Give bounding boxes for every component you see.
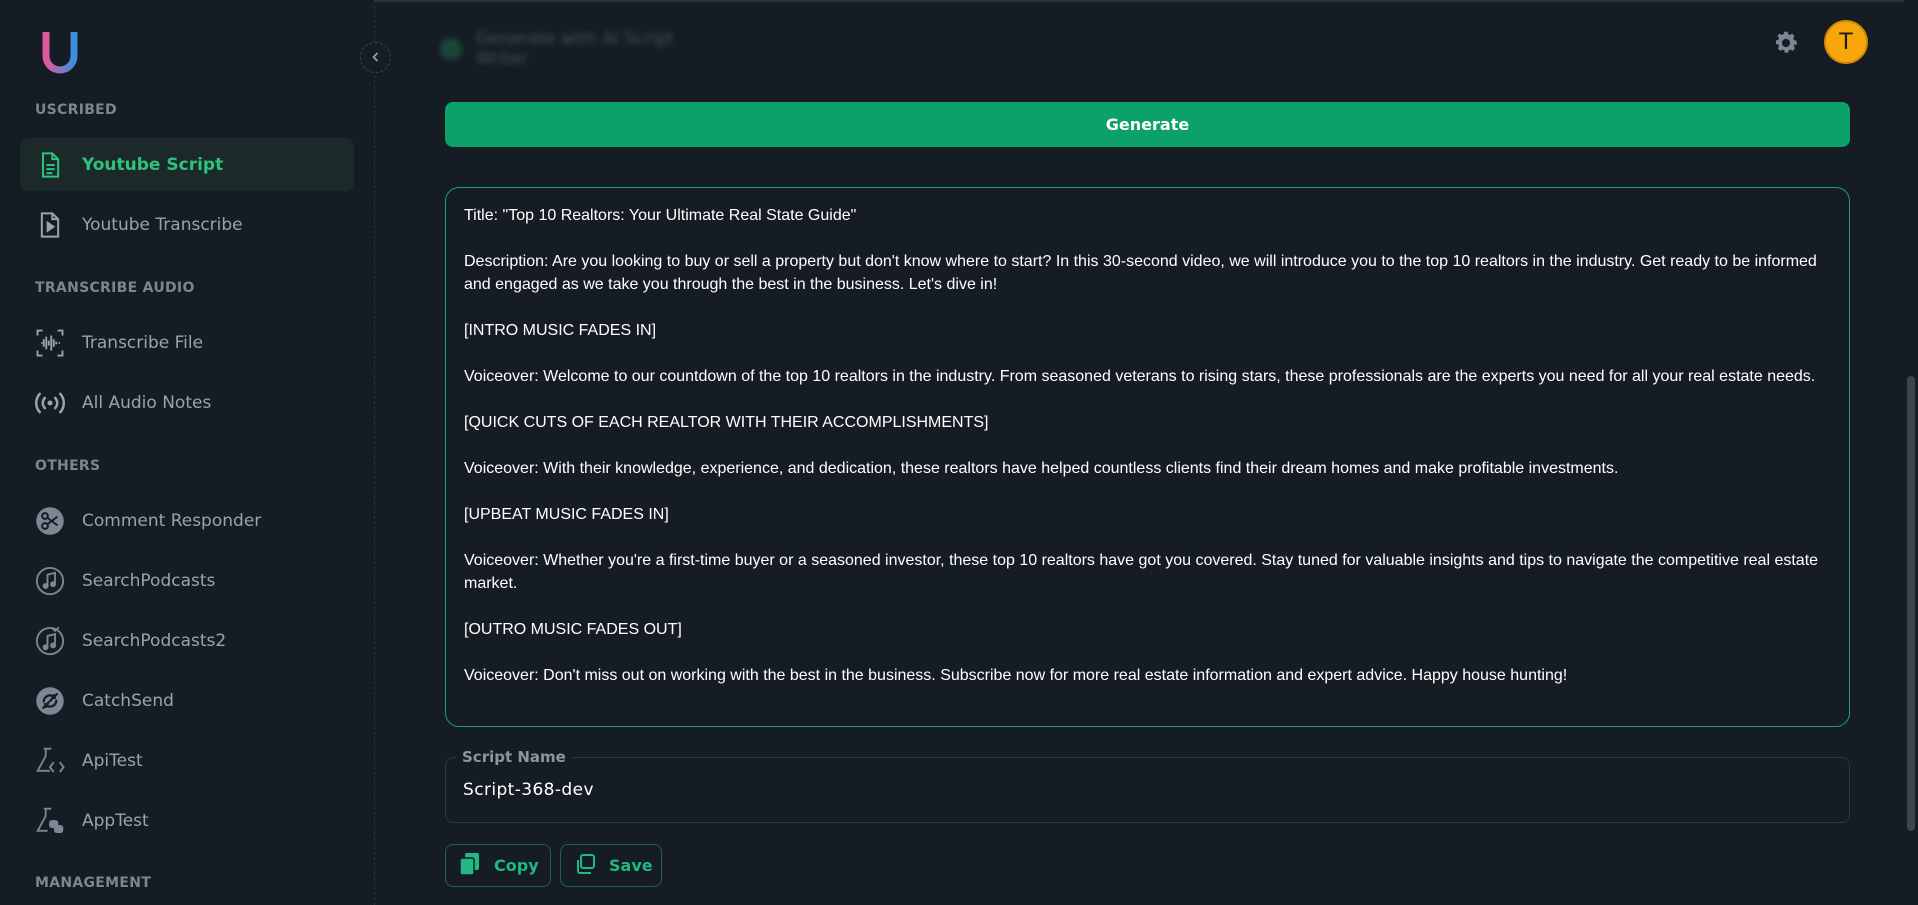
save-button[interactable]: Save <box>560 844 662 887</box>
sidebar-item-searchpodcasts[interactable]: SearchPodcasts <box>20 554 354 607</box>
sidebar-item-transcribe-file[interactable]: Transcribe File <box>20 316 354 369</box>
sidebar: USCRIBED Youtube Script Youtube Transcri… <box>0 0 375 905</box>
script-name-field[interactable]: Script Name Script-368-dev <box>445 748 1850 823</box>
scissors-icon <box>34 505 66 537</box>
copy-icon <box>458 851 482 881</box>
script-paragraph: Voiceover: Welcome to our countdown of t… <box>464 368 1816 385</box>
section-label-management: MANAGEMENT <box>35 875 152 891</box>
sidebar-item-apitest[interactable]: ApiTest <box>20 734 354 787</box>
script-paragraph: [UPBEAT MUSIC FADES IN] <box>464 506 669 523</box>
collapse-sidebar-button[interactable] <box>360 42 391 73</box>
sidebar-item-youtube-transcribe[interactable]: Youtube Transcribe <box>20 198 354 251</box>
page-header-blurred: Generate with AI Script Writer <box>440 29 730 69</box>
script-paragraph: Voiceover: Don't miss out on working wit… <box>464 667 1568 684</box>
sidebar-item-label: Youtube Transcribe <box>82 214 243 235</box>
copy-button[interactable]: Copy <box>445 844 551 887</box>
settings-button[interactable] <box>1772 29 1800 57</box>
flask-code-icon <box>34 745 66 777</box>
script-paragraph: [OUTRO MUSIC FADES OUT] <box>464 621 682 638</box>
music-note-search-icon <box>34 625 66 657</box>
generate-button[interactable]: Generate <box>445 102 1850 147</box>
sidebar-item-label: Youtube Script <box>82 154 224 175</box>
scrollbar-thumb[interactable] <box>1907 376 1915 831</box>
section-label-transcribe-audio: TRANSCRIBE AUDIO <box>35 280 195 296</box>
header-title: Generate with AI Script Writer <box>475 29 674 69</box>
script-paragraph: Voiceover: Whether you're a first-time b… <box>464 552 1819 592</box>
script-output[interactable]: Title: "Top 10 Realtors: Your Ultimate R… <box>445 187 1850 727</box>
gear-icon <box>1772 31 1800 61</box>
sidebar-item-youtube-script[interactable]: Youtube Script <box>20 138 354 191</box>
section-label-others: OTHERS <box>35 458 101 474</box>
sidebar-item-comment-responder[interactable]: Comment Responder <box>20 494 354 547</box>
sidebar-item-label: AppTest <box>82 810 149 831</box>
broadcast-icon <box>34 387 66 419</box>
sidebar-item-searchpodcasts2[interactable]: SearchPodcasts2 <box>20 614 354 667</box>
flask-python-icon <box>34 805 66 837</box>
sidebar-item-label: CatchSend <box>82 690 174 711</box>
sidebar-item-label: All Audio Notes <box>82 392 212 413</box>
script-paragraph: [INTRO MUSIC FADES IN] <box>464 322 657 339</box>
copy-label: Copy <box>494 856 539 875</box>
sidebar-item-label: SearchPodcasts2 <box>82 630 227 651</box>
sidebar-item-catchsend[interactable]: CatchSend <box>20 674 354 727</box>
sidebar-item-label: SearchPodcasts <box>82 570 216 591</box>
script-paragraph: Description: Are you looking to buy or s… <box>464 253 1817 293</box>
sidebar-item-label: ApiTest <box>82 750 143 771</box>
sync-icon <box>34 685 66 717</box>
music-note-icon <box>34 565 66 597</box>
section-label-uscribed: USCRIBED <box>35 102 117 118</box>
sidebar-item-label: Comment Responder <box>82 510 262 531</box>
script-paragraph: Title: "Top 10 Realtors: Your Ultimate R… <box>464 207 857 224</box>
header-status-icon <box>440 38 462 60</box>
script-name-input[interactable]: Script-368-dev <box>463 780 594 800</box>
sidebar-item-apptest[interactable]: AppTest <box>20 794 354 847</box>
script-name-label: Script Name <box>456 748 572 766</box>
chevron-left-icon <box>370 48 382 67</box>
script-paragraph: Voiceover: With their knowledge, experie… <box>464 460 1619 477</box>
sidebar-item-label: Transcribe File <box>82 332 204 353</box>
avatar[interactable]: T <box>1824 20 1868 64</box>
sidebar-item-all-audio-notes[interactable]: All Audio Notes <box>20 376 354 429</box>
app-logo[interactable] <box>40 30 80 74</box>
save-icon <box>573 852 597 880</box>
document-icon <box>34 149 66 181</box>
play-file-icon <box>34 209 66 241</box>
waveform-icon <box>34 327 66 359</box>
script-paragraph: [QUICK CUTS OF EACH REALTOR WITH THEIR A… <box>464 414 989 431</box>
save-label: Save <box>609 856 653 875</box>
